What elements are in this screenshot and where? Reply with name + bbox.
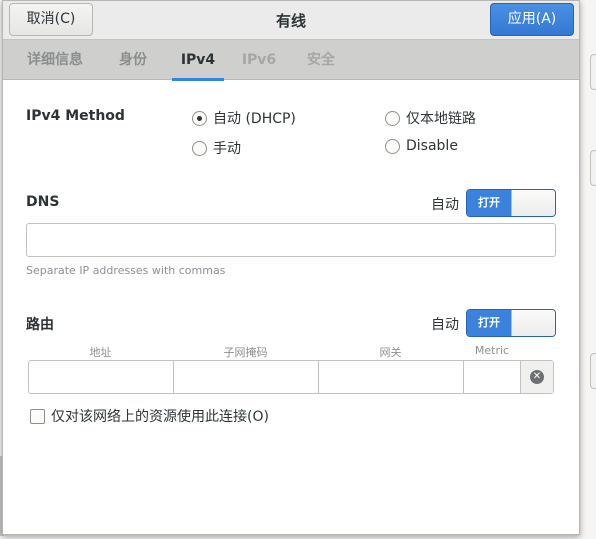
delete-route-button[interactable]: ✕: [520, 361, 553, 393]
tab-bar: 详细信息 身份 IPv4 IPv6 安全: [3, 40, 579, 81]
radio-auto-dhcp[interactable]: 自动 (DHCP): [192, 108, 296, 128]
background-button: [590, 353, 596, 389]
ipv4-method-label: IPv4 Method: [26, 108, 125, 124]
clear-icon: ✕: [530, 370, 544, 384]
tab-identity[interactable]: 身份: [109, 40, 157, 80]
tab-ipv6[interactable]: IPv6: [235, 40, 283, 80]
radio-label: Disable: [406, 138, 458, 154]
switch-knob: [511, 190, 555, 216]
apply-button[interactable]: 应用(A): [490, 3, 574, 36]
dns-hint: Separate IP addresses with commas: [26, 264, 226, 277]
tab-details[interactable]: 详细信息: [15, 40, 95, 80]
route-row: ✕: [28, 360, 554, 394]
switch-knob: [511, 310, 555, 336]
radio-label: 自动 (DHCP): [213, 111, 296, 127]
radio-link-local[interactable]: 仅本地链路: [385, 108, 476, 128]
routes-auto-switch[interactable]: 打开: [466, 309, 556, 337]
dns-auto-label: 自动: [431, 197, 459, 213]
radio-unchecked-icon: [385, 138, 400, 154]
checkbox-unchecked-icon: [30, 408, 45, 424]
column-netmask: 子网掩码: [223, 346, 268, 359]
switch-on-label: 打开: [467, 190, 511, 216]
only-local-resources-checkbox[interactable]: 仅对该网络上的资源使用此连接(O): [30, 406, 269, 426]
radio-label: 仅本地链路: [406, 111, 476, 127]
background-button: [590, 150, 596, 186]
route-address-input[interactable]: [29, 361, 174, 393]
radio-checked-icon: [192, 110, 207, 126]
route-netmask-input[interactable]: [174, 361, 319, 393]
wired-settings-dialog: 取消(C) 有线 应用(A) 详细信息 身份 IPv4 IPv6 安全 IPv4…: [2, 0, 580, 535]
radio-unchecked-icon: [385, 110, 400, 126]
checkbox-label: 仅对该网络上的资源使用此连接(O): [51, 409, 269, 425]
column-address: 地址: [89, 346, 112, 359]
routes-auto-label: 自动: [431, 317, 459, 333]
tab-ipv4[interactable]: IPv4: [172, 40, 224, 81]
column-gateway: 网关: [379, 346, 402, 359]
dns-auto-switch[interactable]: 打开: [466, 189, 556, 217]
dns-input[interactable]: [26, 223, 556, 257]
dns-label: DNS: [26, 194, 60, 210]
header-bar: 取消(C) 有线 应用(A): [3, 1, 579, 40]
routes-label: 路由: [26, 317, 54, 333]
radio-disable[interactable]: Disable: [385, 138, 458, 154]
column-metric: Metric: [474, 344, 510, 357]
switch-on-label: 打开: [467, 310, 511, 336]
radio-unchecked-icon: [192, 140, 207, 156]
background-button: [590, 54, 596, 90]
route-metric-input[interactable]: [464, 361, 521, 393]
tab-security[interactable]: 安全: [297, 40, 345, 80]
route-gateway-input[interactable]: [319, 361, 464, 393]
radio-manual[interactable]: 手动: [192, 138, 241, 158]
radio-label: 手动: [213, 141, 241, 157]
